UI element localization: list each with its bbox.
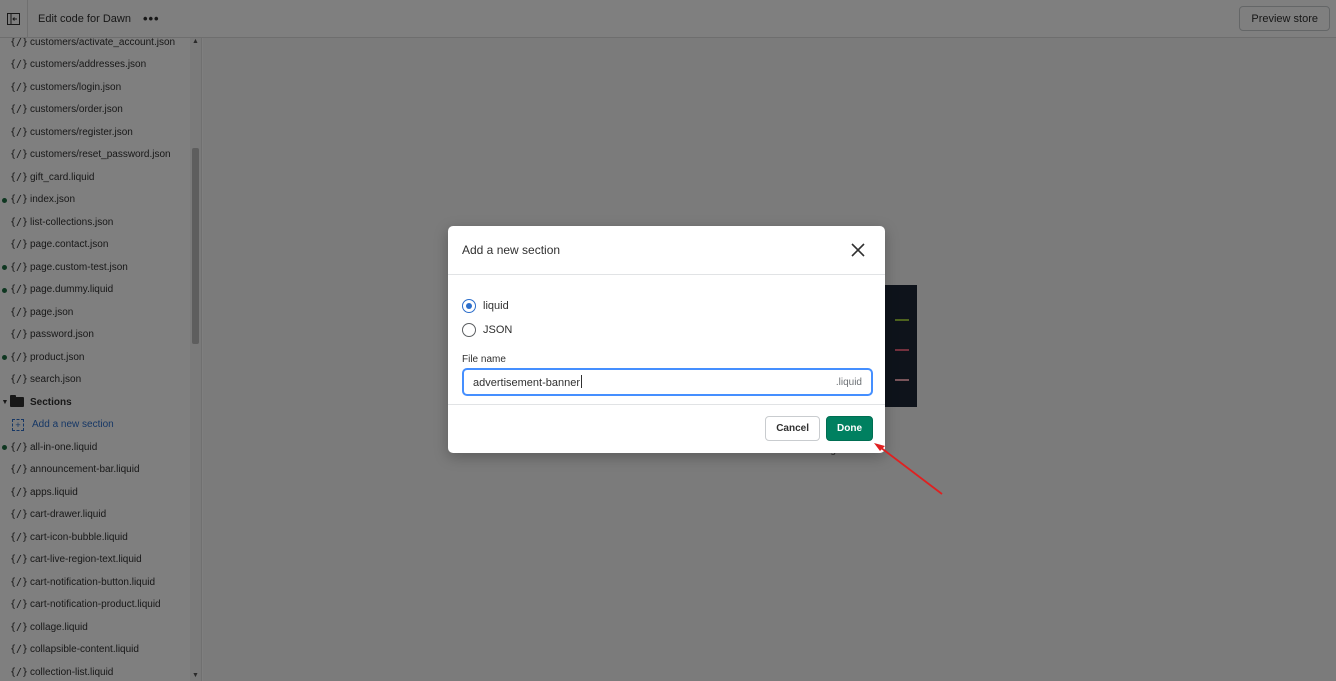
modal-body: liquid JSON File name advertisement-bann…: [448, 275, 885, 405]
radio-option-liquid[interactable]: liquid: [462, 294, 871, 318]
radio-json[interactable]: [462, 323, 476, 337]
radio-liquid[interactable]: [462, 299, 476, 313]
file-name-value: advertisement-banner: [473, 377, 581, 389]
cancel-button[interactable]: Cancel: [765, 416, 820, 441]
file-extension-suffix: .liquid: [835, 376, 862, 388]
modal-title: Add a new section: [462, 243, 561, 257]
done-button[interactable]: Done: [826, 416, 873, 441]
close-icon[interactable]: [849, 241, 867, 259]
radio-option-json[interactable]: JSON: [462, 318, 871, 342]
file-name-label: File name: [462, 354, 506, 365]
annotation-arrow-icon: [874, 443, 943, 495]
radio-json-label: JSON: [483, 324, 513, 336]
modal-header: Add a new section: [448, 226, 885, 275]
radio-liquid-label: liquid: [483, 300, 509, 312]
file-name-input[interactable]: advertisement-banner .liquid: [462, 368, 873, 396]
text-cursor: [581, 375, 583, 389]
add-section-modal: Add a new section liquid JSON File name …: [448, 226, 885, 453]
modal-footer: Cancel Done: [765, 416, 873, 441]
